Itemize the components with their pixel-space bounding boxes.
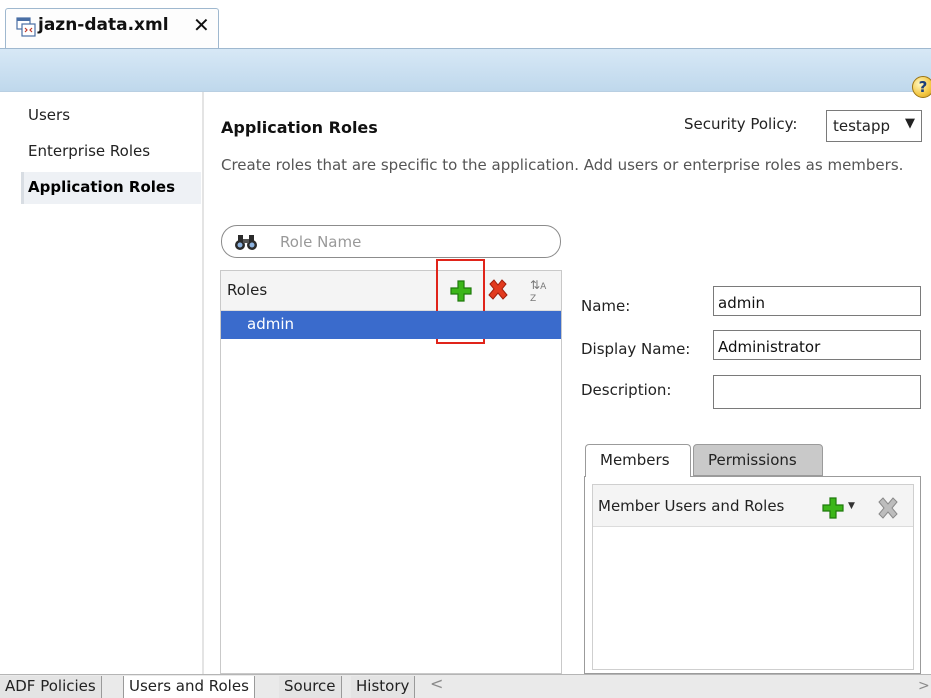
search-input[interactable] [278,231,548,253]
display-name-label: Display Name: [581,340,691,358]
editor-header-band [0,48,931,92]
security-policy-label: Security Policy: [684,115,798,133]
tab-adf-policies[interactable]: ADF Policies [0,676,102,698]
description-field[interactable] [713,375,921,409]
nav-item-enterprise-roles[interactable]: Enterprise Roles [28,142,150,160]
role-list-item[interactable]: admin [221,311,561,339]
role-name: admin [247,315,294,333]
sort-az-icon[interactable]: ⇅A Z [530,279,546,304]
name-field[interactable] [713,286,921,316]
role-search[interactable] [221,225,561,258]
description-label: Description: [581,381,672,399]
tab-users-and-roles[interactable]: Users and Roles [123,676,255,698]
members-header-label: Member Users and Roles [598,497,785,515]
scroll-left-icon[interactable]: < [430,674,443,693]
scroll-right-icon[interactable]: > [918,678,930,694]
document-tab-title: jazn-data.xml [38,15,169,35]
help-icon[interactable]: ? [912,76,931,98]
roles-header-label: Roles [227,281,268,299]
security-policy-value: testapp [833,117,891,135]
tab-permissions[interactable]: Permissions [693,444,823,476]
name-label: Name: [581,297,631,315]
add-member-icon[interactable] [822,497,844,519]
binoculars-icon [235,235,257,250]
tab-members[interactable]: Members [585,444,691,477]
page-description: Create roles that are specific to the ap… [221,156,904,174]
tab-source[interactable]: Source [279,676,342,698]
xml-file-icon [16,17,36,37]
document-tab[interactable]: jazn-data.xml ✕ [5,8,219,48]
delete-icon[interactable] [487,279,509,301]
display-name-field[interactable] [713,330,921,360]
nav-item-users[interactable]: Users [28,106,70,124]
security-policy-select[interactable]: testapp ▼ [826,110,922,142]
nav-item-application-roles[interactable]: Application Roles [28,178,175,196]
roles-list-header [221,271,561,311]
page-title: Application Roles [221,118,378,137]
tab-history[interactable]: History [351,676,416,698]
remove-member-icon[interactable] [876,496,900,520]
dropdown-arrow-icon: ▼ [905,116,915,131]
add-member-dropdown-icon[interactable]: ▼ [848,501,855,511]
close-icon[interactable]: ✕ [193,13,210,37]
